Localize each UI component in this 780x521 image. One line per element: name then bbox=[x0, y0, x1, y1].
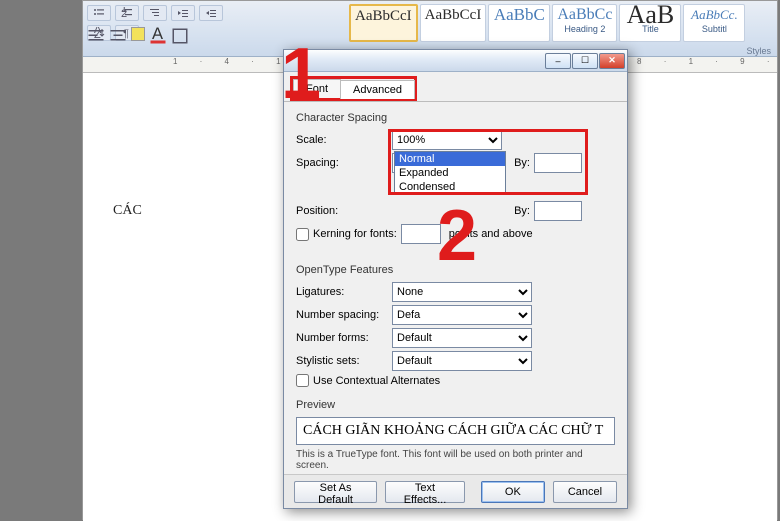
style-chip[interactable]: AaBTitle bbox=[619, 4, 681, 42]
style-sample: AaBbCcI bbox=[425, 6, 482, 24]
style-chip[interactable]: AaBbCcI bbox=[420, 4, 487, 42]
style-chip[interactable]: AaBbCc.Subtitl bbox=[683, 4, 745, 42]
borders-icon[interactable] bbox=[171, 27, 189, 48]
tabs-annotation-box: Font Advanced bbox=[290, 76, 417, 101]
spacing-by-spinner[interactable] bbox=[534, 153, 582, 173]
character-spacing-group: Character Spacing Scale: 100% Spacing: N… bbox=[296, 110, 615, 244]
by-label: By: bbox=[506, 205, 530, 217]
ligatures-label: Ligatures: bbox=[296, 286, 388, 298]
spacing-option-condensed[interactable]: Condensed bbox=[395, 180, 505, 194]
cancel-button[interactable]: Cancel bbox=[553, 481, 617, 503]
stylistic-sets-combo[interactable]: Default bbox=[392, 351, 532, 371]
section-title: OpenType Features bbox=[296, 264, 615, 276]
spacing-dropdown-list[interactable]: Normal Expanded Condensed bbox=[394, 151, 506, 195]
scale-combo[interactable]: 100% bbox=[392, 130, 502, 150]
kerning-checkbox[interactable] bbox=[296, 228, 309, 241]
position-label: Position: bbox=[296, 205, 388, 217]
align-left-icon[interactable] bbox=[87, 27, 105, 48]
indent-dec-icon[interactable] bbox=[171, 5, 195, 21]
contextual-alternates-label: Use Contextual Alternates bbox=[313, 375, 440, 387]
kerning-spinner[interactable] bbox=[401, 224, 441, 244]
kerning-suffix: points and above bbox=[449, 228, 533, 240]
dialog-tabs: Font Advanced bbox=[284, 72, 627, 102]
scale-label: Scale: bbox=[296, 134, 388, 146]
dialog-button-bar: Set As Default Text Effects... OK Cancel bbox=[284, 474, 627, 508]
section-title: Preview bbox=[296, 399, 615, 411]
shading-swatch[interactable] bbox=[131, 27, 145, 41]
numbering-icon[interactable]: 12 bbox=[115, 5, 139, 21]
styles-group-label: Styles bbox=[746, 46, 771, 56]
multilevel-icon[interactable] bbox=[143, 5, 167, 21]
ok-button[interactable]: OK bbox=[481, 481, 545, 503]
indent-inc-icon[interactable] bbox=[199, 5, 223, 21]
preview-caption: This is a TrueType font. This font will … bbox=[296, 449, 615, 471]
ligatures-combo[interactable]: None bbox=[392, 282, 532, 302]
set-default-button[interactable]: Set As Default bbox=[294, 481, 377, 503]
style-sample: AaBbCc bbox=[557, 6, 612, 24]
tab-font[interactable]: Font bbox=[293, 79, 341, 98]
style-chip-selected[interactable]: AaBbCcI bbox=[349, 4, 418, 42]
style-sample: AaBbCcI bbox=[355, 7, 412, 25]
opentype-group: OpenType Features Ligatures: None Number … bbox=[296, 262, 615, 387]
by-label: By: bbox=[506, 157, 530, 169]
close-button[interactable]: ✕ bbox=[599, 53, 625, 69]
bullets-icon[interactable] bbox=[87, 5, 111, 21]
paragraph-row2: A bbox=[87, 27, 189, 48]
num-forms-label: Number forms: bbox=[296, 332, 388, 344]
spacing-option-normal[interactable]: Normal bbox=[395, 152, 505, 166]
spacing-label: Spacing: bbox=[296, 157, 388, 169]
style-caption: Heading 2 bbox=[557, 24, 612, 34]
tab-advanced[interactable]: Advanced bbox=[340, 80, 415, 99]
dialog-body: Character Spacing Scale: 100% Spacing: N… bbox=[284, 102, 627, 498]
kerning-label: Kerning for fonts: bbox=[313, 228, 397, 240]
preview-box: CÁCH GIÃN KHOẢNG CÁCH GIỮA CÁC CHỮ T bbox=[296, 417, 615, 445]
number-forms-combo[interactable]: Default bbox=[392, 328, 532, 348]
align-center-icon[interactable] bbox=[109, 27, 127, 48]
styles-gallery[interactable]: AaBbCcI AaBbCcI AaBbC AaBbCcHeading 2 Aa… bbox=[349, 3, 745, 43]
style-caption: Subtitl bbox=[688, 24, 740, 34]
minimize-button[interactable]: – bbox=[545, 53, 571, 69]
style-sample: AaBbCc. bbox=[688, 6, 740, 24]
maximize-button[interactable]: ☐ bbox=[572, 53, 598, 69]
style-chip[interactable]: AaBbC bbox=[488, 4, 550, 42]
contextual-alternates-checkbox[interactable] bbox=[296, 374, 309, 387]
font-color-icon[interactable]: A bbox=[149, 27, 167, 48]
font-dialog: – ☐ ✕ Font Advanced Character Spacing Sc… bbox=[283, 49, 628, 509]
style-sample: AaB bbox=[624, 6, 676, 24]
preview-group: Preview CÁCH GIÃN KHOẢNG CÁCH GIỮA CÁC C… bbox=[296, 397, 615, 471]
stylistic-label: Stylistic sets: bbox=[296, 355, 388, 367]
dialog-titlebar[interactable]: – ☐ ✕ bbox=[284, 50, 627, 72]
position-by-spinner[interactable] bbox=[534, 201, 582, 221]
svg-text:2: 2 bbox=[121, 8, 127, 19]
text-effects-button[interactable]: Text Effects... bbox=[385, 481, 465, 503]
number-spacing-combo[interactable]: Defa bbox=[392, 305, 532, 325]
doc-text-left: CÁC bbox=[113, 203, 142, 219]
section-title: Character Spacing bbox=[296, 112, 615, 124]
style-sample: AaBbC bbox=[493, 6, 545, 24]
style-chip[interactable]: AaBbCcHeading 2 bbox=[552, 4, 617, 42]
num-spacing-label: Number spacing: bbox=[296, 309, 388, 321]
spacing-option-expanded[interactable]: Expanded bbox=[395, 166, 505, 180]
